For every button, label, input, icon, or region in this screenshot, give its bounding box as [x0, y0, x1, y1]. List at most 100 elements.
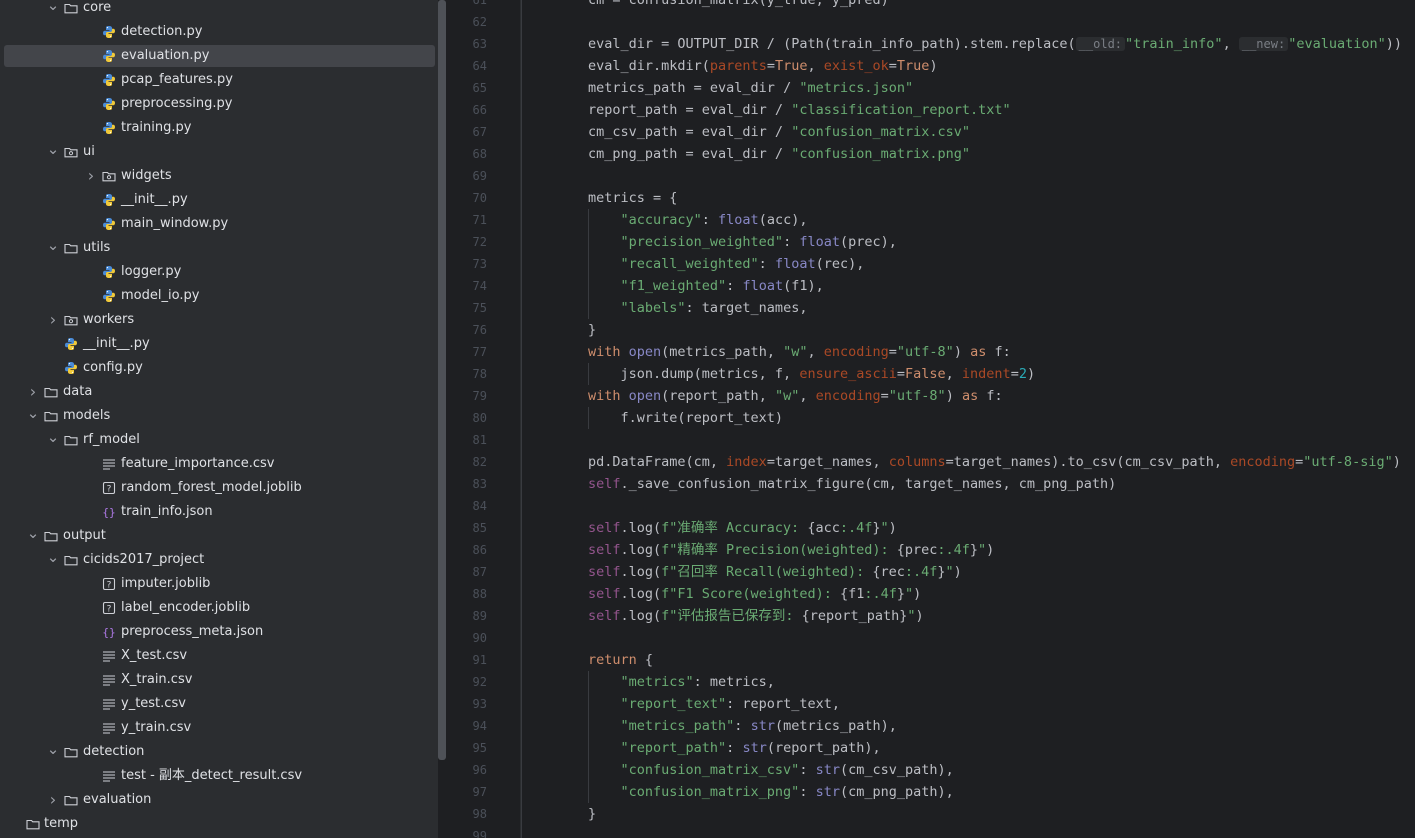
- code-line[interactable]: 70 metrics = {: [447, 187, 1415, 209]
- indent-guide: [588, 209, 589, 319]
- tree-item[interactable]: feature_importance.csv: [4, 453, 435, 475]
- code-line[interactable]: 95 "report_path": str(report_path),: [447, 737, 1415, 759]
- code-line[interactable]: 87 self.log(f"召回率 Recall(weighted): {rec:…: [447, 561, 1415, 583]
- code-line[interactable]: 96 "confusion_matrix_csv": str(cm_csv_pat…: [447, 759, 1415, 781]
- code-line[interactable]: 88 self.log(f"F1 Score(weighted): {f1:.4f…: [447, 583, 1415, 605]
- code-line[interactable]: 79 with open(report_path, "w", encoding="…: [447, 385, 1415, 407]
- tree-item[interactable]: y_train.csv: [4, 717, 435, 739]
- tree-item[interactable]: evaluation.py: [4, 45, 435, 67]
- tree-item[interactable]: ? random_forest_model.joblib: [4, 477, 435, 499]
- code-token: =target_names,: [766, 454, 889, 470]
- code-line[interactable]: 86 self.log(f"精确率 Precision(weighted): {p…: [447, 539, 1415, 561]
- code-line[interactable]: 75 "labels": target_names,: [447, 297, 1415, 319]
- tree-item[interactable]: test - 副本_detect_result.csv: [4, 765, 435, 787]
- code-line[interactable]: 85 self.log(f"准确率 Accuracy: {acc:.4f}"): [447, 517, 1415, 539]
- tree-item[interactable]: pcap_features.py: [4, 69, 435, 91]
- code-token: float: [742, 278, 784, 294]
- chevron-right-icon[interactable]: ›: [26, 381, 40, 403]
- code-line[interactable]: 90: [447, 627, 1415, 649]
- code-line[interactable]: 94 "metrics_path": str(metrics_path),: [447, 715, 1415, 737]
- code-line[interactable]: 92 "metrics": metrics,: [447, 671, 1415, 693]
- tree-item[interactable]: ⌄ detection: [4, 741, 435, 763]
- tree-item[interactable]: ⌄ core: [4, 0, 435, 19]
- code-token: (report_path,: [661, 388, 775, 404]
- code-line[interactable]: 84: [447, 495, 1415, 517]
- code-line[interactable]: 62: [447, 11, 1415, 33]
- tree-item[interactable]: › widgets: [4, 165, 435, 187]
- code-token: json.dump(metrics, f,: [620, 366, 800, 382]
- tree-item[interactable]: temp: [4, 813, 435, 835]
- code-line[interactable]: 98}: [447, 803, 1415, 825]
- tree-item[interactable]: ⌄ rf_model: [4, 429, 435, 451]
- tree-item[interactable]: X_train.csv: [4, 669, 435, 691]
- code-line[interactable]: 99: [447, 825, 1415, 838]
- code-line[interactable]: 93 "report_text": report_text,: [447, 693, 1415, 715]
- chevron-right-icon[interactable]: ›: [84, 165, 98, 187]
- code-editor[interactable]: 61 cm = confusion_matrix(y_true, y_pred) 6…: [447, 0, 1415, 838]
- tree-item[interactable]: ⌄ models: [4, 405, 435, 427]
- code-line[interactable]: 63 eval_dir = OUTPUT_DIR / (Path(train_in…: [447, 33, 1415, 55]
- chevron-down-icon[interactable]: ⌄: [46, 549, 60, 571]
- tree-item[interactable]: training.py: [4, 117, 435, 139]
- tree-item[interactable]: config.py: [4, 357, 435, 379]
- code-line[interactable]: 69: [447, 165, 1415, 187]
- code-line[interactable]: 65 metrics_path = eval_dir / "metrics.jso…: [447, 77, 1415, 99]
- line-number: 99: [472, 829, 487, 838]
- tree-item[interactable]: ⌄ ui: [4, 141, 435, 163]
- code-line[interactable]: 74 "f1_weighted": float(f1),: [447, 275, 1415, 297]
- tree-item[interactable]: detection.py: [4, 21, 435, 43]
- tree-item[interactable]: model_io.py: [4, 285, 435, 307]
- code-line[interactable]: 77 with open(metrics_path, "w", encoding=…: [447, 341, 1415, 363]
- code-line[interactable]: 67 cm_csv_path = eval_dir / "confusion_ma…: [447, 121, 1415, 143]
- code-line[interactable]: 97 "confusion_matrix_png": str(cm_png_pat…: [447, 781, 1415, 803]
- tree-item[interactable]: › evaluation: [4, 789, 435, 811]
- chevron-down-icon[interactable]: ⌄: [46, 429, 60, 451]
- code-line[interactable]: 66 report_path = eval_dir / "classificati…: [447, 99, 1415, 121]
- code-line[interactable]: 71 "accuracy": float(acc),: [447, 209, 1415, 231]
- code-line[interactable]: 68 cm_png_path = eval_dir / "confusion_ma…: [447, 143, 1415, 165]
- tree-item[interactable]: › workers: [4, 309, 435, 331]
- code-line[interactable]: 81: [447, 429, 1415, 451]
- tree-item[interactable]: X_test.csv: [4, 645, 435, 667]
- project-tree-scrollbar[interactable]: [438, 0, 446, 760]
- chevron-down-icon[interactable]: ⌄: [26, 405, 40, 427]
- code-text: metrics_path = eval_dir / "metrics.json": [588, 77, 913, 99]
- line-number: 61: [472, 0, 487, 7]
- chevron-down-icon[interactable]: ⌄: [46, 0, 60, 19]
- line-number: 90: [472, 631, 487, 645]
- tree-item[interactable]: ⌄ utils: [4, 237, 435, 259]
- tree-item[interactable]: __init__.py: [4, 333, 435, 355]
- chevron-right-icon[interactable]: ›: [46, 309, 60, 331]
- code-line[interactable]: 64 eval_dir.mkdir(parents=True, exist_ok=…: [447, 55, 1415, 77]
- svg-text:?: ?: [107, 605, 112, 615]
- tree-item[interactable]: ? imputer.joblib: [4, 573, 435, 595]
- chevron-right-icon[interactable]: ›: [46, 789, 60, 811]
- chevron-down-icon[interactable]: ⌄: [46, 141, 60, 163]
- tree-item[interactable]: {} train_info.json: [4, 501, 435, 523]
- code-line[interactable]: 82 pd.DataFrame(cm, index=target_names, c…: [447, 451, 1415, 473]
- tree-item[interactable]: ⌄ cicids2017_project: [4, 549, 435, 571]
- tree-item[interactable]: ? label_encoder.joblib: [4, 597, 435, 619]
- code-line[interactable]: 72 "precision_weighted": float(prec),: [447, 231, 1415, 253]
- code-line[interactable]: 89 self.log(f"评估报告已保存到: {report_path}"): [447, 605, 1415, 627]
- chevron-down-icon[interactable]: ⌄: [46, 237, 60, 259]
- code-line[interactable]: 80 f.write(report_text): [447, 407, 1415, 429]
- line-number: 86: [472, 543, 487, 557]
- code-line[interactable]: 73 "recall_weighted": float(rec),: [447, 253, 1415, 275]
- tree-item[interactable]: __init__.py: [4, 189, 435, 211]
- code-line[interactable]: 78 json.dump(metrics, f, ensure_ascii=Fal…: [447, 363, 1415, 385]
- code-line[interactable]: 91 return {: [447, 649, 1415, 671]
- code-line[interactable]: 76}: [447, 319, 1415, 341]
- chevron-down-icon[interactable]: ⌄: [46, 741, 60, 763]
- code-line[interactable]: 83 self._save_confusion_matrix_figure(cm,…: [447, 473, 1415, 495]
- tree-item[interactable]: {} preprocess_meta.json: [4, 621, 435, 643]
- tree-item[interactable]: main_window.py: [4, 213, 435, 235]
- chevron-down-icon[interactable]: ⌄: [26, 525, 40, 547]
- tree-item[interactable]: ⌄ output: [4, 525, 435, 547]
- tree-item[interactable]: preprocessing.py: [4, 93, 435, 115]
- tree-item[interactable]: logger.py: [4, 261, 435, 283]
- code-line[interactable]: 61 cm = confusion_matrix(y_true, y_pred): [447, 0, 1415, 11]
- tree-item[interactable]: y_test.csv: [4, 693, 435, 715]
- code-token: }: [588, 806, 597, 822]
- tree-item[interactable]: › data: [4, 381, 435, 403]
